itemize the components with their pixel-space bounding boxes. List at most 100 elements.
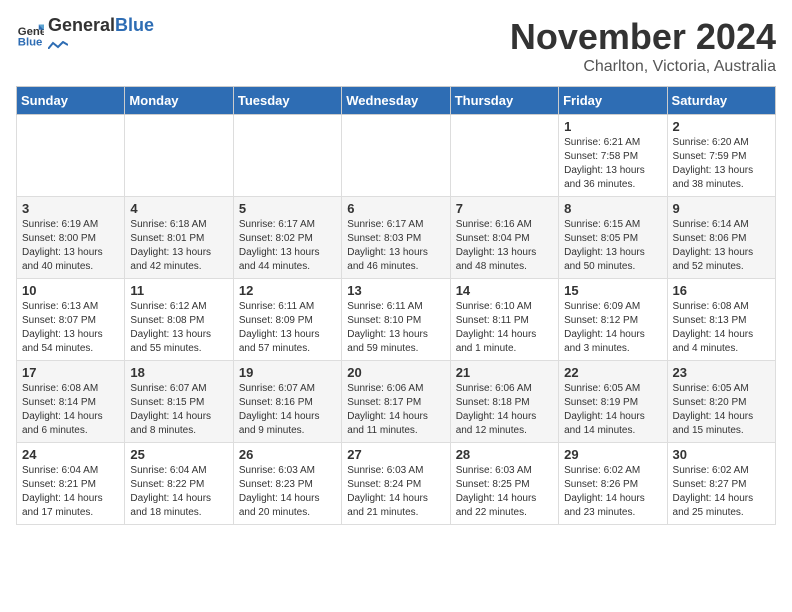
calendar-cell: 11 Sunrise: 6:12 AM Sunset: 8:08 PM Dayli… xyxy=(125,279,233,361)
day-info: Sunrise: 6:08 AM Sunset: 8:13 PM Dayligh… xyxy=(673,300,770,356)
day-number: 27 xyxy=(347,447,444,462)
day-info: Sunrise: 6:12 AM Sunset: 8:08 PM Dayligh… xyxy=(130,300,227,356)
day-number: 11 xyxy=(130,283,227,298)
calendar-header-row: SundayMondayTuesdayWednesdayThursdayFrid… xyxy=(17,87,776,115)
day-info: Sunrise: 6:05 AM Sunset: 8:20 PM Dayligh… xyxy=(673,382,770,438)
calendar-cell xyxy=(17,115,125,197)
logo-icon: General Blue xyxy=(16,21,44,49)
calendar-cell: 24 Sunrise: 6:04 AM Sunset: 8:21 PM Dayli… xyxy=(17,443,125,525)
day-number: 1 xyxy=(564,119,661,134)
day-info: Sunrise: 6:04 AM Sunset: 8:21 PM Dayligh… xyxy=(22,464,119,520)
day-number: 24 xyxy=(22,447,119,462)
day-number: 4 xyxy=(130,201,227,216)
day-number: 8 xyxy=(564,201,661,216)
title-area: November 2024 Charlton, Victoria, Austra… xyxy=(510,16,776,76)
day-info: Sunrise: 6:11 AM Sunset: 8:10 PM Dayligh… xyxy=(347,300,444,356)
calendar-cell: 29 Sunrise: 6:02 AM Sunset: 8:26 PM Dayli… xyxy=(559,443,667,525)
calendar-cell: 9 Sunrise: 6:14 AM Sunset: 8:06 PM Daylig… xyxy=(667,197,775,279)
day-info: Sunrise: 6:03 AM Sunset: 8:25 PM Dayligh… xyxy=(456,464,553,520)
day-header-friday: Friday xyxy=(559,87,667,115)
day-number: 7 xyxy=(456,201,553,216)
day-info: Sunrise: 6:13 AM Sunset: 8:07 PM Dayligh… xyxy=(22,300,119,356)
day-number: 5 xyxy=(239,201,336,216)
calendar-cell: 14Sunrise: 6:10 AM Sunset: 8:11 PM Dayli… xyxy=(450,279,558,361)
calendar-cell: 26 Sunrise: 6:03 AM Sunset: 8:23 PM Dayli… xyxy=(233,443,341,525)
day-number: 2 xyxy=(673,119,770,134)
day-header-monday: Monday xyxy=(125,87,233,115)
calendar-cell: 6 Sunrise: 6:17 AM Sunset: 8:03 PM Daylig… xyxy=(342,197,450,279)
calendar-cell: 17Sunrise: 6:08 AM Sunset: 8:14 PM Dayli… xyxy=(17,361,125,443)
calendar-cell: 10Sunrise: 6:13 AM Sunset: 8:07 PM Dayli… xyxy=(17,279,125,361)
day-number: 6 xyxy=(347,201,444,216)
calendar-cell: 30 Sunrise: 6:02 AM Sunset: 8:27 PM Dayli… xyxy=(667,443,775,525)
day-info: Sunrise: 6:17 AM Sunset: 8:02 PM Dayligh… xyxy=(239,218,336,274)
day-info: Sunrise: 6:02 AM Sunset: 8:26 PM Dayligh… xyxy=(564,464,661,520)
day-info: Sunrise: 6:11 AM Sunset: 8:09 PM Dayligh… xyxy=(239,300,336,356)
calendar-cell: 16Sunrise: 6:08 AM Sunset: 8:13 PM Dayli… xyxy=(667,279,775,361)
day-info: Sunrise: 6:21 AM Sunset: 7:58 PM Dayligh… xyxy=(564,136,661,192)
calendar-cell: 7Sunrise: 6:16 AM Sunset: 8:04 PM Daylig… xyxy=(450,197,558,279)
day-info: Sunrise: 6:02 AM Sunset: 8:27 PM Dayligh… xyxy=(673,464,770,520)
day-info: Sunrise: 6:20 AM Sunset: 7:59 PM Dayligh… xyxy=(673,136,770,192)
day-number: 3 xyxy=(22,201,119,216)
calendar-cell: 8 Sunrise: 6:15 AM Sunset: 8:05 PM Daylig… xyxy=(559,197,667,279)
calendar-cell: 21Sunrise: 6:06 AM Sunset: 8:18 PM Dayli… xyxy=(450,361,558,443)
calendar-cell: 12 Sunrise: 6:11 AM Sunset: 8:09 PM Dayli… xyxy=(233,279,341,361)
calendar-cell xyxy=(125,115,233,197)
day-number: 29 xyxy=(564,447,661,462)
day-number: 21 xyxy=(456,365,553,380)
day-info: Sunrise: 6:14 AM Sunset: 8:06 PM Dayligh… xyxy=(673,218,770,274)
day-number: 14 xyxy=(456,283,553,298)
day-number: 12 xyxy=(239,283,336,298)
calendar-cell: 3Sunrise: 6:19 AM Sunset: 8:00 PM Daylig… xyxy=(17,197,125,279)
calendar-cell: 13 Sunrise: 6:11 AM Sunset: 8:10 PM Dayli… xyxy=(342,279,450,361)
calendar-cell: 15 Sunrise: 6:09 AM Sunset: 8:12 PM Dayli… xyxy=(559,279,667,361)
day-info: Sunrise: 6:08 AM Sunset: 8:14 PM Dayligh… xyxy=(22,382,119,438)
calendar-body: 1 Sunrise: 6:21 AM Sunset: 7:58 PM Daylig… xyxy=(17,115,776,525)
day-info: Sunrise: 6:18 AM Sunset: 8:01 PM Dayligh… xyxy=(130,218,227,274)
day-info: Sunrise: 6:06 AM Sunset: 8:17 PM Dayligh… xyxy=(347,382,444,438)
day-number: 18 xyxy=(130,365,227,380)
calendar-week-row: 3Sunrise: 6:19 AM Sunset: 8:00 PM Daylig… xyxy=(17,197,776,279)
day-number: 19 xyxy=(239,365,336,380)
calendar-cell: 1 Sunrise: 6:21 AM Sunset: 7:58 PM Daylig… xyxy=(559,115,667,197)
day-info: Sunrise: 6:15 AM Sunset: 8:05 PM Dayligh… xyxy=(564,218,661,274)
day-header-tuesday: Tuesday xyxy=(233,87,341,115)
day-info: Sunrise: 6:05 AM Sunset: 8:19 PM Dayligh… xyxy=(564,382,661,438)
calendar-cell: 27 Sunrise: 6:03 AM Sunset: 8:24 PM Dayli… xyxy=(342,443,450,525)
day-number: 22 xyxy=(564,365,661,380)
calendar-week-row: 1 Sunrise: 6:21 AM Sunset: 7:58 PM Daylig… xyxy=(17,115,776,197)
calendar-table: SundayMondayTuesdayWednesdayThursdayFrid… xyxy=(16,86,776,525)
day-number: 9 xyxy=(673,201,770,216)
day-number: 30 xyxy=(673,447,770,462)
location-title: Charlton, Victoria, Australia xyxy=(510,58,776,76)
calendar-cell xyxy=(450,115,558,197)
day-number: 20 xyxy=(347,365,444,380)
day-number: 26 xyxy=(239,447,336,462)
calendar-week-row: 24 Sunrise: 6:04 AM Sunset: 8:21 PM Dayli… xyxy=(17,443,776,525)
calendar-cell: 23 Sunrise: 6:05 AM Sunset: 8:20 PM Dayli… xyxy=(667,361,775,443)
day-info: Sunrise: 6:09 AM Sunset: 8:12 PM Dayligh… xyxy=(564,300,661,356)
logo-text-general: General xyxy=(48,15,115,35)
day-number: 23 xyxy=(673,365,770,380)
day-info: Sunrise: 6:07 AM Sunset: 8:15 PM Dayligh… xyxy=(130,382,227,438)
logo: General Blue General Blue xyxy=(16,16,154,54)
day-info: Sunrise: 6:03 AM Sunset: 8:24 PM Dayligh… xyxy=(347,464,444,520)
calendar-week-row: 10Sunrise: 6:13 AM Sunset: 8:07 PM Dayli… xyxy=(17,279,776,361)
calendar-cell: 22 Sunrise: 6:05 AM Sunset: 8:19 PM Dayli… xyxy=(559,361,667,443)
day-header-wednesday: Wednesday xyxy=(342,87,450,115)
calendar-cell: 4 Sunrise: 6:18 AM Sunset: 8:01 PM Daylig… xyxy=(125,197,233,279)
calendar-week-row: 17Sunrise: 6:08 AM Sunset: 8:14 PM Dayli… xyxy=(17,361,776,443)
day-info: Sunrise: 6:03 AM Sunset: 8:23 PM Dayligh… xyxy=(239,464,336,520)
day-header-sunday: Sunday xyxy=(17,87,125,115)
calendar-cell: 28Sunrise: 6:03 AM Sunset: 8:25 PM Dayli… xyxy=(450,443,558,525)
calendar-cell: 25Sunrise: 6:04 AM Sunset: 8:22 PM Dayli… xyxy=(125,443,233,525)
svg-text:Blue: Blue xyxy=(18,36,43,48)
day-number: 13 xyxy=(347,283,444,298)
day-info: Sunrise: 6:17 AM Sunset: 8:03 PM Dayligh… xyxy=(347,218,444,274)
day-info: Sunrise: 6:04 AM Sunset: 8:22 PM Dayligh… xyxy=(130,464,227,520)
day-number: 15 xyxy=(564,283,661,298)
day-header-thursday: Thursday xyxy=(450,87,558,115)
calendar-cell xyxy=(342,115,450,197)
calendar-cell xyxy=(233,115,341,197)
